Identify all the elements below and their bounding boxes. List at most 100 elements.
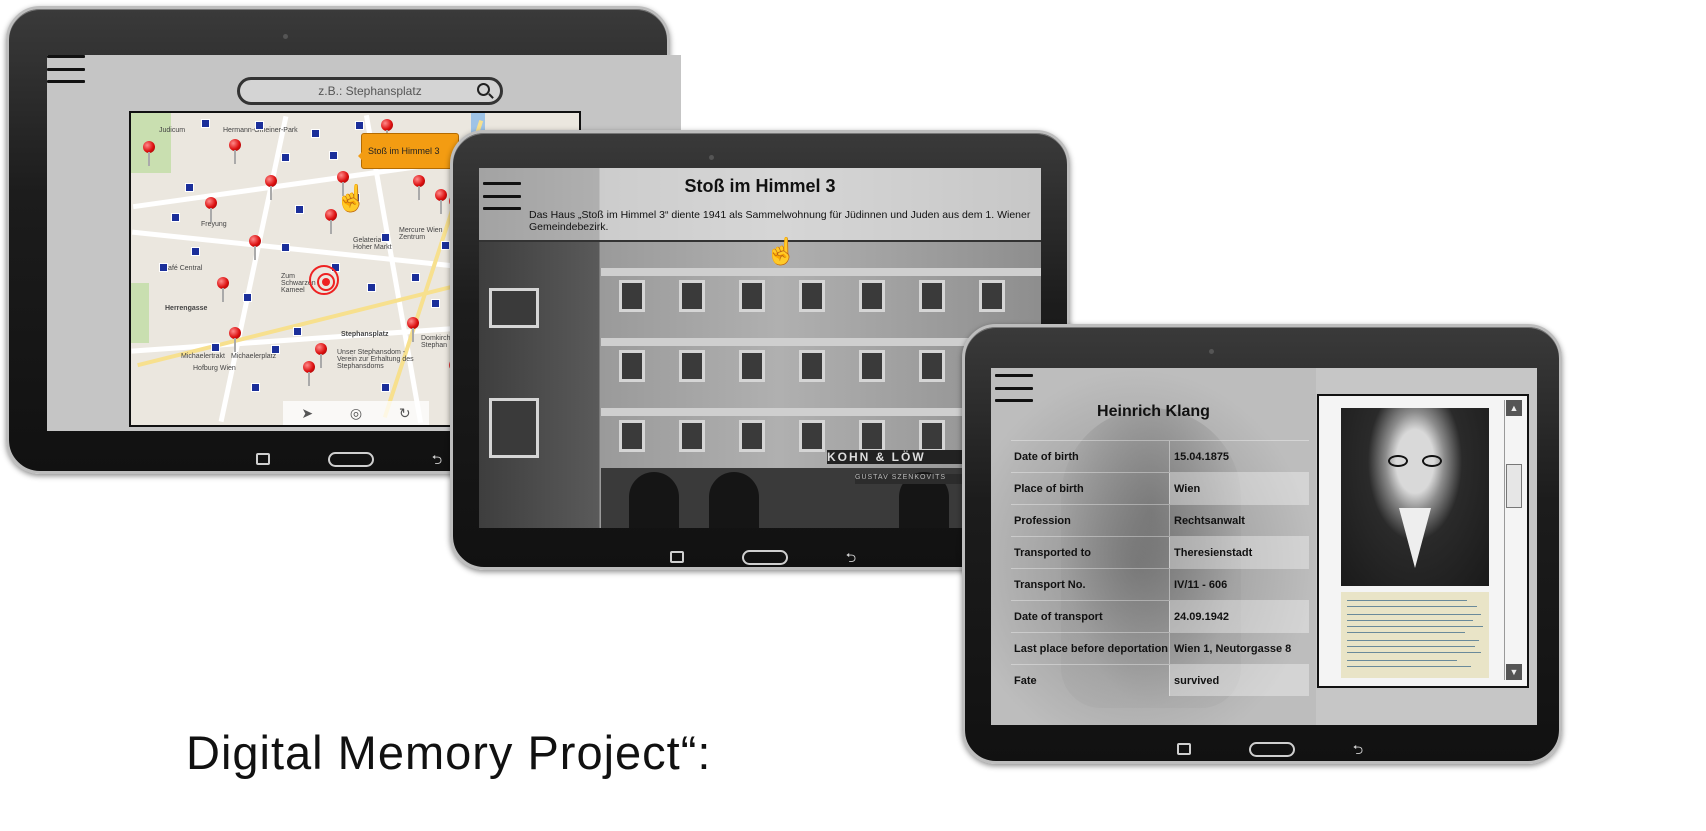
map-pin[interactable] xyxy=(407,317,419,342)
marker-square[interactable] xyxy=(255,121,264,130)
biography-panel: Heinrich Klang Date of birth 15.04.1875 P… xyxy=(991,368,1316,725)
marker-square[interactable] xyxy=(311,129,320,138)
map-pin[interactable] xyxy=(413,175,425,200)
marker-square[interactable] xyxy=(281,243,290,252)
refresh-icon[interactable]: ↻ xyxy=(399,405,411,422)
map-pin[interactable] xyxy=(435,189,447,214)
marker-square[interactable] xyxy=(441,241,450,250)
recent-apps-icon[interactable] xyxy=(669,551,684,563)
marker-square[interactable] xyxy=(171,213,180,222)
current-location-icon[interactable] xyxy=(309,265,339,295)
portrait-photo[interactable] xyxy=(1341,408,1489,586)
marker-square[interactable] xyxy=(367,283,376,292)
marker-square[interactable] xyxy=(281,153,290,162)
map-label: Unser Stephansdom - Verein zur Erhaltung… xyxy=(337,349,414,370)
fact-label: Fate xyxy=(1014,674,1037,687)
marker-square[interactable] xyxy=(293,327,302,336)
home-button-icon[interactable] xyxy=(1248,741,1295,757)
marker-square[interactable] xyxy=(381,383,390,392)
fact-value: Rechtsanwalt xyxy=(1169,505,1309,536)
navigation-arrow-icon[interactable]: ➤ xyxy=(301,405,313,422)
fact-label: Transported to xyxy=(1014,546,1092,559)
marker-square[interactable] xyxy=(355,121,364,130)
back-icon[interactable]: ⮌ xyxy=(846,551,856,564)
target-icon[interactable]: ◎ xyxy=(350,405,362,422)
shop-sign-secondary: GUSTAV SZENKOVITS xyxy=(855,474,975,484)
map-pin[interactable] xyxy=(249,235,261,260)
marker-square[interactable] xyxy=(251,383,260,392)
fact-value: 24.09.1942 xyxy=(1169,601,1309,632)
fact-label: Place of birth xyxy=(1014,482,1084,495)
marker-square[interactable] xyxy=(159,263,168,272)
map-toolbar: ➤ ◎ ↻ xyxy=(283,401,429,425)
map-label: Café Central xyxy=(163,265,203,272)
marker-square[interactable] xyxy=(185,183,194,192)
biography-tablet: Heinrich Klang Date of birth 15.04.1875 P… xyxy=(962,324,1562,764)
marker-square[interactable] xyxy=(191,247,200,256)
back-icon[interactable]: ⮌ xyxy=(1353,743,1363,756)
table-row: Last place before deportation Wien 1, Neu… xyxy=(1011,632,1309,664)
fact-value: survived xyxy=(1169,665,1309,696)
android-navbar: ⮌ xyxy=(613,547,913,567)
marker-square[interactable] xyxy=(211,343,220,352)
marker-square[interactable] xyxy=(243,293,252,302)
table-row: Transported to Theresienstadt xyxy=(1011,536,1309,568)
media-gallery: ▲ ▼ xyxy=(1317,394,1529,688)
fact-value: IV/11 - 606 xyxy=(1169,569,1309,600)
marker-square[interactable] xyxy=(271,345,280,354)
menu-icon[interactable] xyxy=(47,55,85,83)
recent-apps-icon[interactable] xyxy=(1176,743,1191,755)
map-pin[interactable] xyxy=(337,171,349,196)
person-name: Heinrich Klang xyxy=(1097,403,1210,420)
map-pin[interactable] xyxy=(303,361,315,386)
map-pin[interactable] xyxy=(265,175,277,200)
menu-icon[interactable] xyxy=(995,374,1033,402)
fact-value: 15.04.1875 xyxy=(1169,441,1309,472)
map-pin[interactable] xyxy=(217,277,229,302)
table-row: Fate survived xyxy=(1011,664,1309,696)
facts-table: Date of birth 15.04.1875 Place of birth Wi… xyxy=(1011,440,1309,696)
map-label: Judicum xyxy=(159,127,186,134)
marker-square[interactable] xyxy=(411,273,420,282)
document-scan[interactable] xyxy=(1341,592,1489,678)
search-icon[interactable] xyxy=(477,83,490,96)
map-pin[interactable] xyxy=(143,141,155,166)
android-navbar: ⮌ xyxy=(1125,739,1415,759)
recent-apps-icon[interactable] xyxy=(255,453,270,465)
search-placeholder: z.B.: Stephansplatz xyxy=(318,84,422,98)
map-label: Herrengasse xyxy=(165,305,208,312)
info-overlay: Stoß im Himmel 3 Das Haus „Stoß im Himme… xyxy=(479,168,1041,242)
fact-value: Theresienstadt xyxy=(1169,537,1309,568)
fact-value: Wien 1, Neutorgasse 8 xyxy=(1169,633,1309,664)
map-pin[interactable] xyxy=(315,343,327,368)
scroll-down-icon[interactable]: ▼ xyxy=(1506,664,1522,680)
location-callout[interactable]: Stoß im Himmel 3 xyxy=(358,133,459,169)
scrollbar[interactable]: ▲ ▼ xyxy=(1504,400,1523,680)
fact-label: Transport No. xyxy=(1014,578,1086,591)
marker-square[interactable] xyxy=(295,205,304,214)
map-pin[interactable] xyxy=(229,139,241,164)
map-pin[interactable] xyxy=(205,197,217,222)
back-icon[interactable]: ⮌ xyxy=(432,453,442,466)
scroll-up-icon[interactable]: ▲ xyxy=(1506,400,1522,416)
search-input[interactable]: z.B.: Stephansplatz xyxy=(237,77,503,105)
home-button-icon[interactable] xyxy=(327,451,374,467)
hand-pointer-icon: ☝ xyxy=(335,183,368,213)
slide-caption: Digital Memory Project“: xyxy=(186,726,712,779)
map-pin[interactable] xyxy=(381,119,393,144)
camera-dot xyxy=(1209,349,1214,354)
home-button-icon[interactable] xyxy=(741,549,788,565)
camera-dot xyxy=(709,155,714,160)
scroll-thumb[interactable] xyxy=(1506,464,1522,508)
hand-pointer-icon: ☝ xyxy=(765,236,798,266)
marker-square[interactable] xyxy=(431,299,440,308)
marker-square[interactable] xyxy=(201,119,210,128)
map-pin[interactable] xyxy=(229,327,241,352)
map-label: Stephansplatz xyxy=(341,331,389,338)
marker-square[interactable] xyxy=(381,233,390,242)
table-row: Date of transport 24.09.1942 xyxy=(1011,600,1309,632)
table-row: Place of birth Wien xyxy=(1011,472,1309,504)
fact-label: Date of transport xyxy=(1014,610,1103,623)
marker-square[interactable] xyxy=(329,151,338,160)
shop-sign: KOHN & LÖW xyxy=(827,450,977,464)
